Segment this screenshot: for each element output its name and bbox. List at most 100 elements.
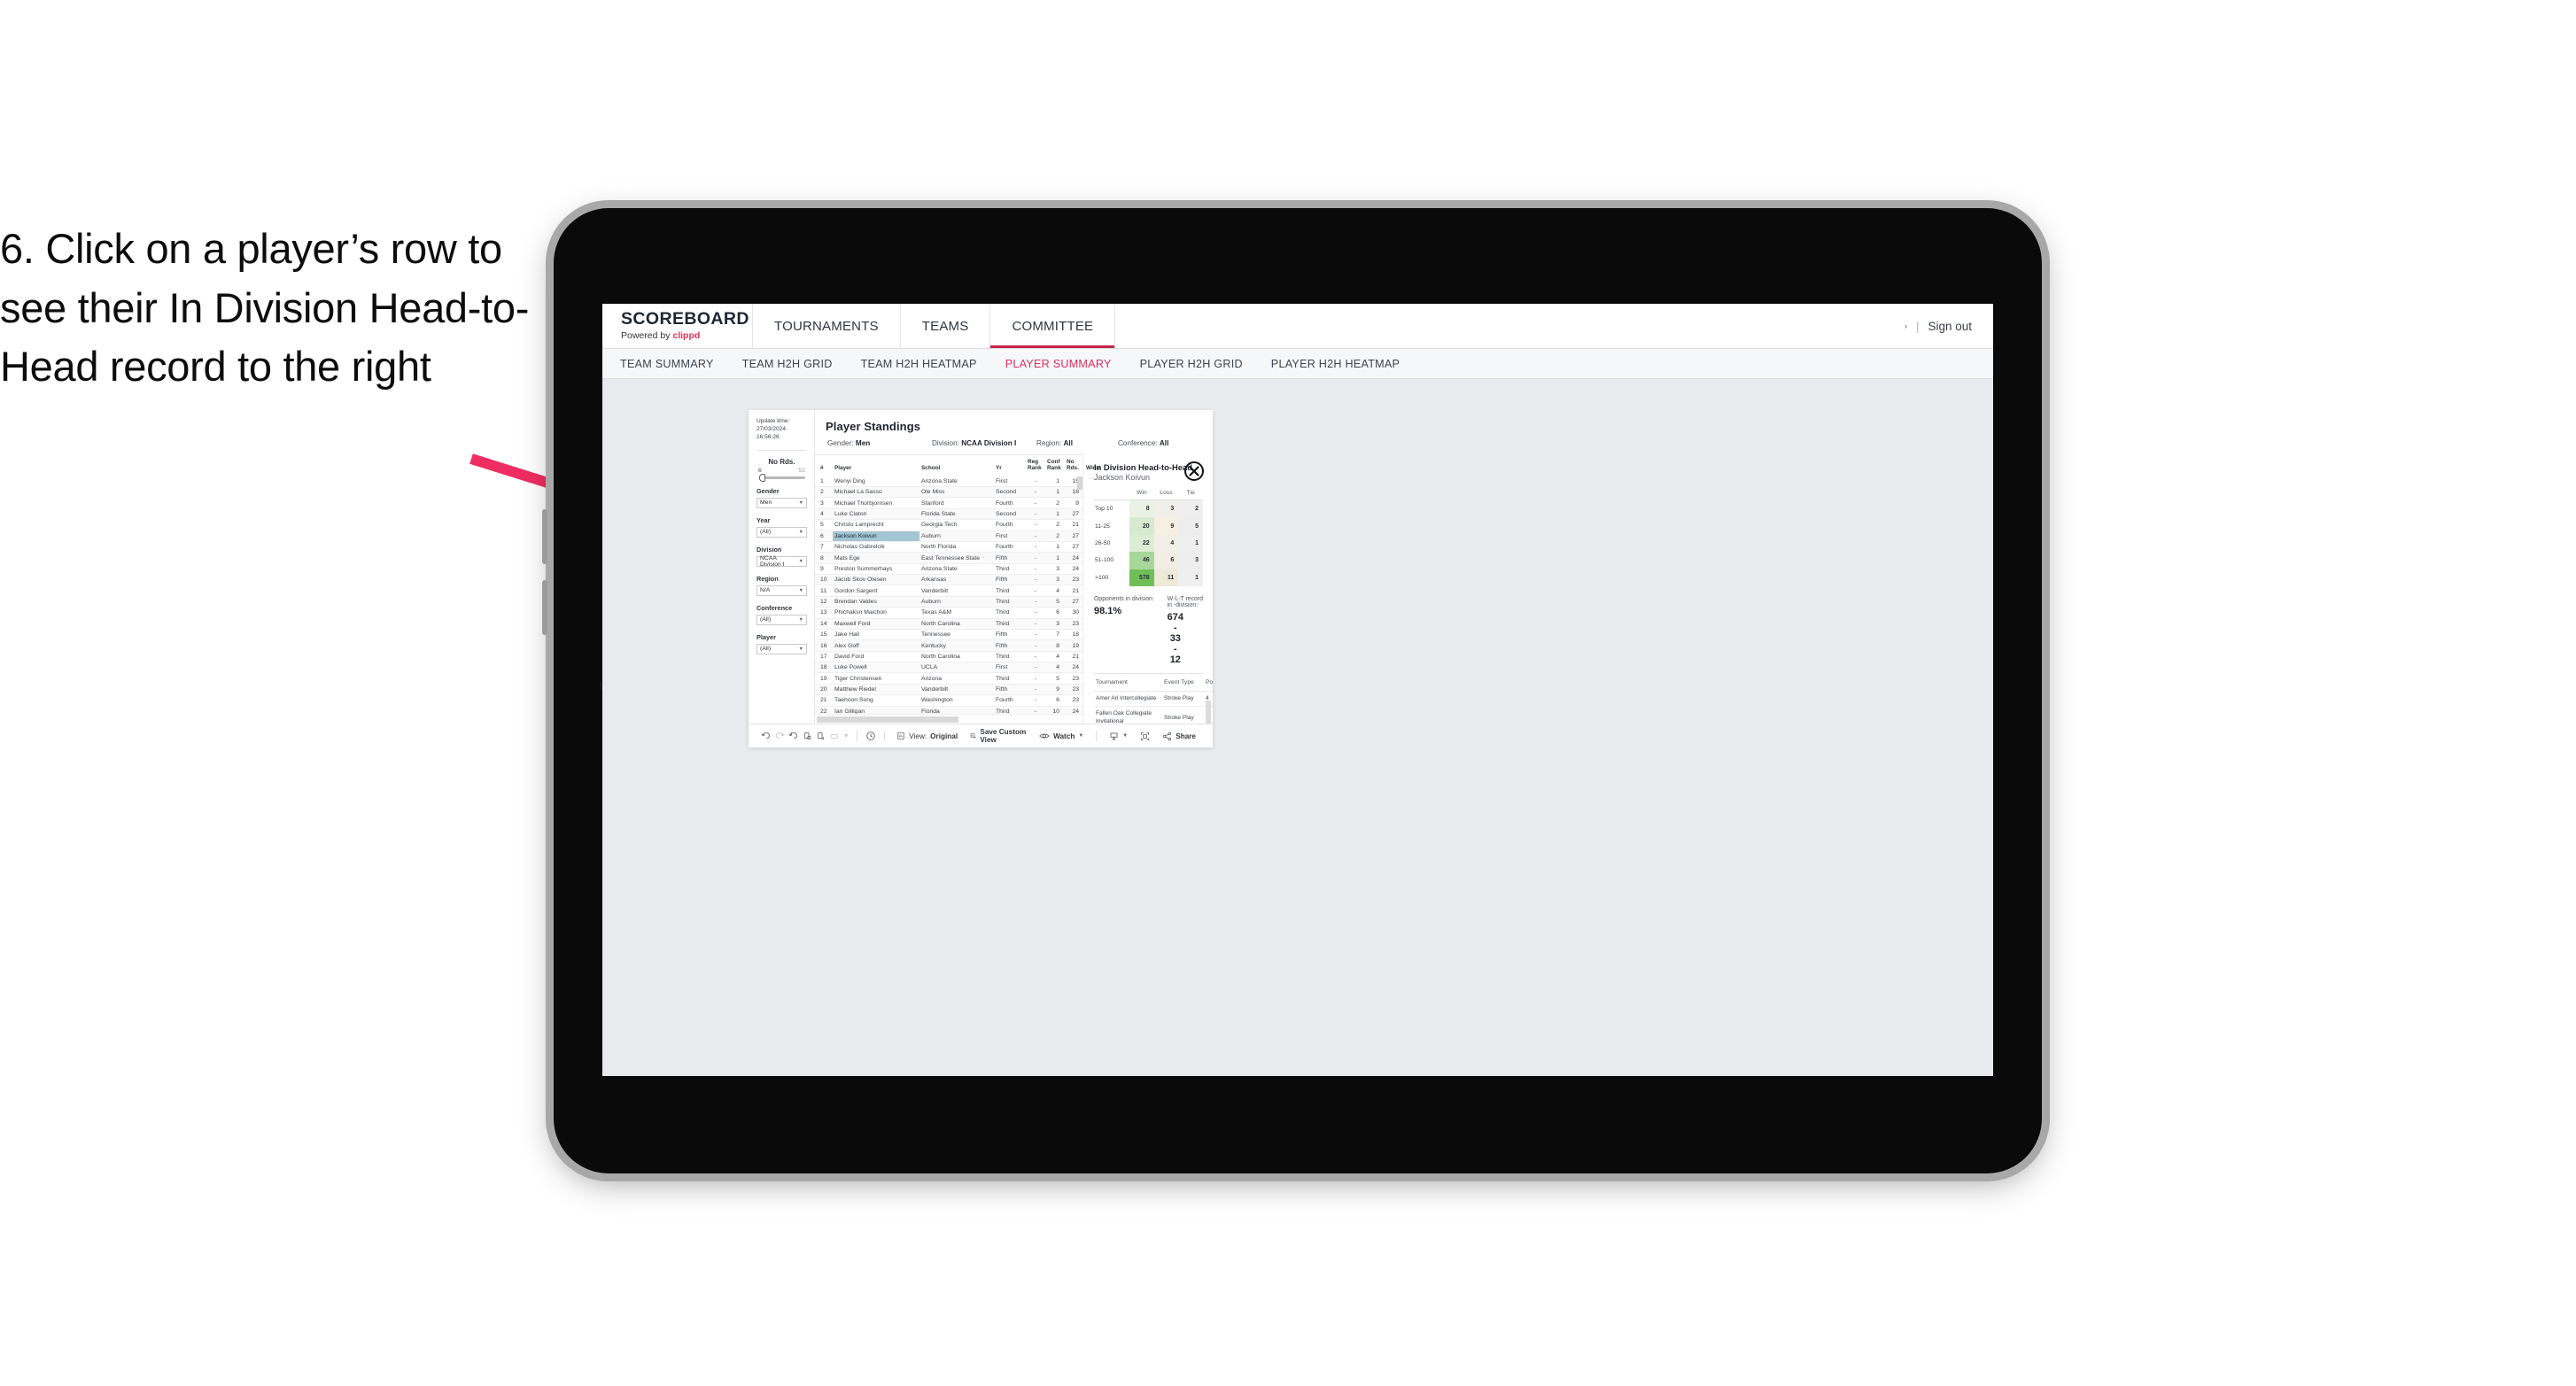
slider-track[interactable] [759,473,805,482]
tab-player-h2h-heatmap[interactable]: PLAYER H2H HEATMAP [1271,358,1400,370]
player-table-scroll-area[interactable]: 1Wenyi DingArizona StateFirst-11512Micha… [815,476,1082,715]
heatmap-cell[interactable]: 46 [1129,552,1154,569]
heatmap-cell[interactable]: 3 [1153,499,1179,518]
tournament-scrollbar[interactable] [1206,700,1211,724]
heatmap-cell[interactable]: 8 [1129,499,1154,518]
table-row[interactable]: 5 Christo Lamprecht Georgia Tech Fourth -2 21… [815,519,1082,531]
table-row[interactable]: 9 Preston Summerhays Arizona State Third -3 2… [815,563,1082,576]
slider-knob[interactable] [759,473,765,482]
viz-toolbar: ▼ View: Original Save Custom View Watch … [749,724,1213,747]
filter-no-rounds[interactable]: No Rds. 6 52 [757,458,807,482]
pause-data-icon[interactable] [814,732,828,741]
col-player[interactable]: Player [833,455,919,476]
table-row[interactable]: 18Luke PowellUCLAFirst-4241 [815,662,1082,674]
heatmap-cell[interactable]: 11 [1153,569,1179,586]
watch-button[interactable]: Watch ▼ [1033,732,1090,740]
redo-icon[interactable] [773,732,788,741]
table-row[interactable]: 2Michael La SassoOle MissSecond-1180 [815,486,1082,499]
select-region[interactable]: N/A ▼ [757,585,807,596]
horizontal-scrollbar-thumb[interactable] [817,716,958,724]
table-row[interactable]: 3Michael ThorbjornsenStanfordFourth-291 [815,497,1082,509]
table-row[interactable]: 21Taehoon SongWashingtonFourth-6231 [815,694,1082,707]
fullscreen-button[interactable] [1134,732,1156,741]
table-row[interactable]: 7 Nicholas Gabrelcik North Florida Fourth -1… [815,541,1082,554]
select-player[interactable]: (All) ▼ [757,644,807,654]
table-row[interactable]: 11Gordon SargentVanderbiltThird-4210 [815,585,1082,597]
brand-logo[interactable]: SCOREBOARD Powered by clippd [602,304,753,348]
table-row[interactable]: 16Alex GoffKentuckyFifth-8190 [815,639,1082,652]
close-icon[interactable] [1184,461,1204,481]
heatmap-cell[interactable]: 2 [1178,499,1203,518]
table-row[interactable]: 6Jackson KoivunAuburnFirst-2271 [815,530,1082,542]
heatmap-cell[interactable]: 20 [1129,517,1154,535]
kpi-opponents-value: 98.1% [1094,605,1122,616]
save-custom-view-button[interactable]: Save Custom View [964,728,1033,744]
cell-no-rds: 18 [1065,629,1082,641]
tab-player-h2h-grid[interactable]: PLAYER H2H GRID [1140,358,1243,370]
refresh-data-icon[interactable] [801,732,815,741]
tab-team-h2h-grid[interactable]: TEAM H2H GRID [742,358,833,370]
nav-item-tournaments[interactable]: TOURNAMENTS [753,304,901,348]
table-row[interactable]: 8Mats EgeEast Tennessee StateFifth-1242 [815,552,1082,564]
table-row[interactable]: 19Tiger ChristensenArizonaThird-5232 [815,672,1082,685]
tab-team-h2h-heatmap[interactable]: TEAM H2H HEATMAP [861,358,977,370]
tab-team-summary[interactable]: TEAM SUMMARY [620,358,714,370]
table-row[interactable]: 12Brendan ValdesAuburnThird-5270 [815,596,1082,608]
meta-division: Division: NCAA Division I [932,439,1036,447]
col-school[interactable]: School [919,455,994,476]
heatmap-cell[interactable]: 3 [1178,552,1203,569]
undo-icon[interactable] [759,732,773,741]
col-no-rds[interactable]: No Rds. [1065,455,1084,476]
chevron-down-icon[interactable]: ▼ [842,733,850,739]
table-row[interactable]: 4Luke ClatonFlorida StateSecond-1272 [815,508,1082,521]
heatmap-corner [1094,490,1129,500]
heatmap-header-row: Win Loss Tie [1094,490,1203,500]
table-row[interactable]: 13Phichaksn MaichonTexas A&MThird-6301 [815,607,1082,619]
highlight-icon[interactable] [828,732,842,741]
table-row[interactable]: 20Matthew RiedelVanderbiltFifth-9230 [815,684,1082,696]
heatmap-cell[interactable]: 1 [1178,569,1203,586]
tournament-row[interactable]: Amer Ari IntercollegiateStroke Play4-17 [1094,691,1213,708]
table-row[interactable]: 1Wenyi DingArizona StateFirst-1151 [815,476,1082,488]
heatmap-cell[interactable]: 22 [1129,534,1154,553]
heatmap-cell[interactable]: 9 [1153,517,1179,535]
revert-icon[interactable] [787,732,801,741]
col-yr[interactable]: Yr [994,455,1026,476]
select-division-value: NCAA Division I [760,554,785,568]
col-conf-rank[interactable]: Conf Rank [1045,455,1065,476]
device-button-volume-up [542,509,547,564]
table-row[interactable]: 22Ian GilliganFloridaThird-10241 [815,706,1082,715]
signout-link[interactable]: Sign out [1928,320,1972,333]
cell-reg-rank: - [1026,497,1045,509]
table-row[interactable]: 10Jacob Skov OlesenArkansasFifth-3230 [815,574,1082,586]
col-rank[interactable]: # [815,455,833,476]
heatmap-cell[interactable]: 1 [1178,534,1203,553]
horizontal-scrollbar-track[interactable] [815,714,1082,724]
cell-conf-rank: 4 [1045,662,1065,674]
nav-item-committee[interactable]: COMMITTEE [990,304,1116,348]
share-button[interactable]: Share [1156,732,1202,741]
table-row[interactable]: 15Jake HallTennesseeFifth-7180 [815,629,1082,641]
heatmap-cell[interactable]: 6 [1153,552,1179,569]
chevron-right-icon[interactable]: › [1905,321,1907,330]
table-row[interactable]: 17David FordNorth CarolinaThird-4211 [815,651,1082,663]
heatmap-cell[interactable]: 5 [1178,517,1203,535]
select-year[interactable]: (All) ▼ [757,527,807,538]
heatmap-cell[interactable]: 578 [1129,569,1154,586]
cell-tournament-name: Fallen Oak Collegiate Invitational [1094,706,1162,724]
table-row[interactable]: 14Maxwell FordNorth CarolinaThird-3230 [815,618,1082,630]
heatmap-cell[interactable]: 4 [1153,534,1179,553]
download-button[interactable]: ▼ [1103,732,1134,741]
select-division[interactable]: NCAA Division I ▼ [757,554,807,568]
select-gender[interactable]: Men ▼ [757,498,807,508]
view-original-button[interactable]: View: Original [890,732,964,740]
tab-player-summary[interactable]: PLAYER SUMMARY [1005,358,1112,370]
cell-rank: 1 [815,476,833,488]
nav-item-teams[interactable]: TEAMS [901,304,991,348]
tournament-row[interactable]: Fallen Oak Collegiate Invitational Stroke… [1094,706,1213,724]
kpi-opponents-in-division: Opponents in division: 98.1% [1094,596,1168,665]
col-reg-rank[interactable]: Reg Rank [1026,455,1045,476]
cell-reg-rank: - [1026,530,1045,542]
clock-icon[interactable] [864,731,878,741]
select-conference[interactable]: (All) ▼ [757,615,807,625]
